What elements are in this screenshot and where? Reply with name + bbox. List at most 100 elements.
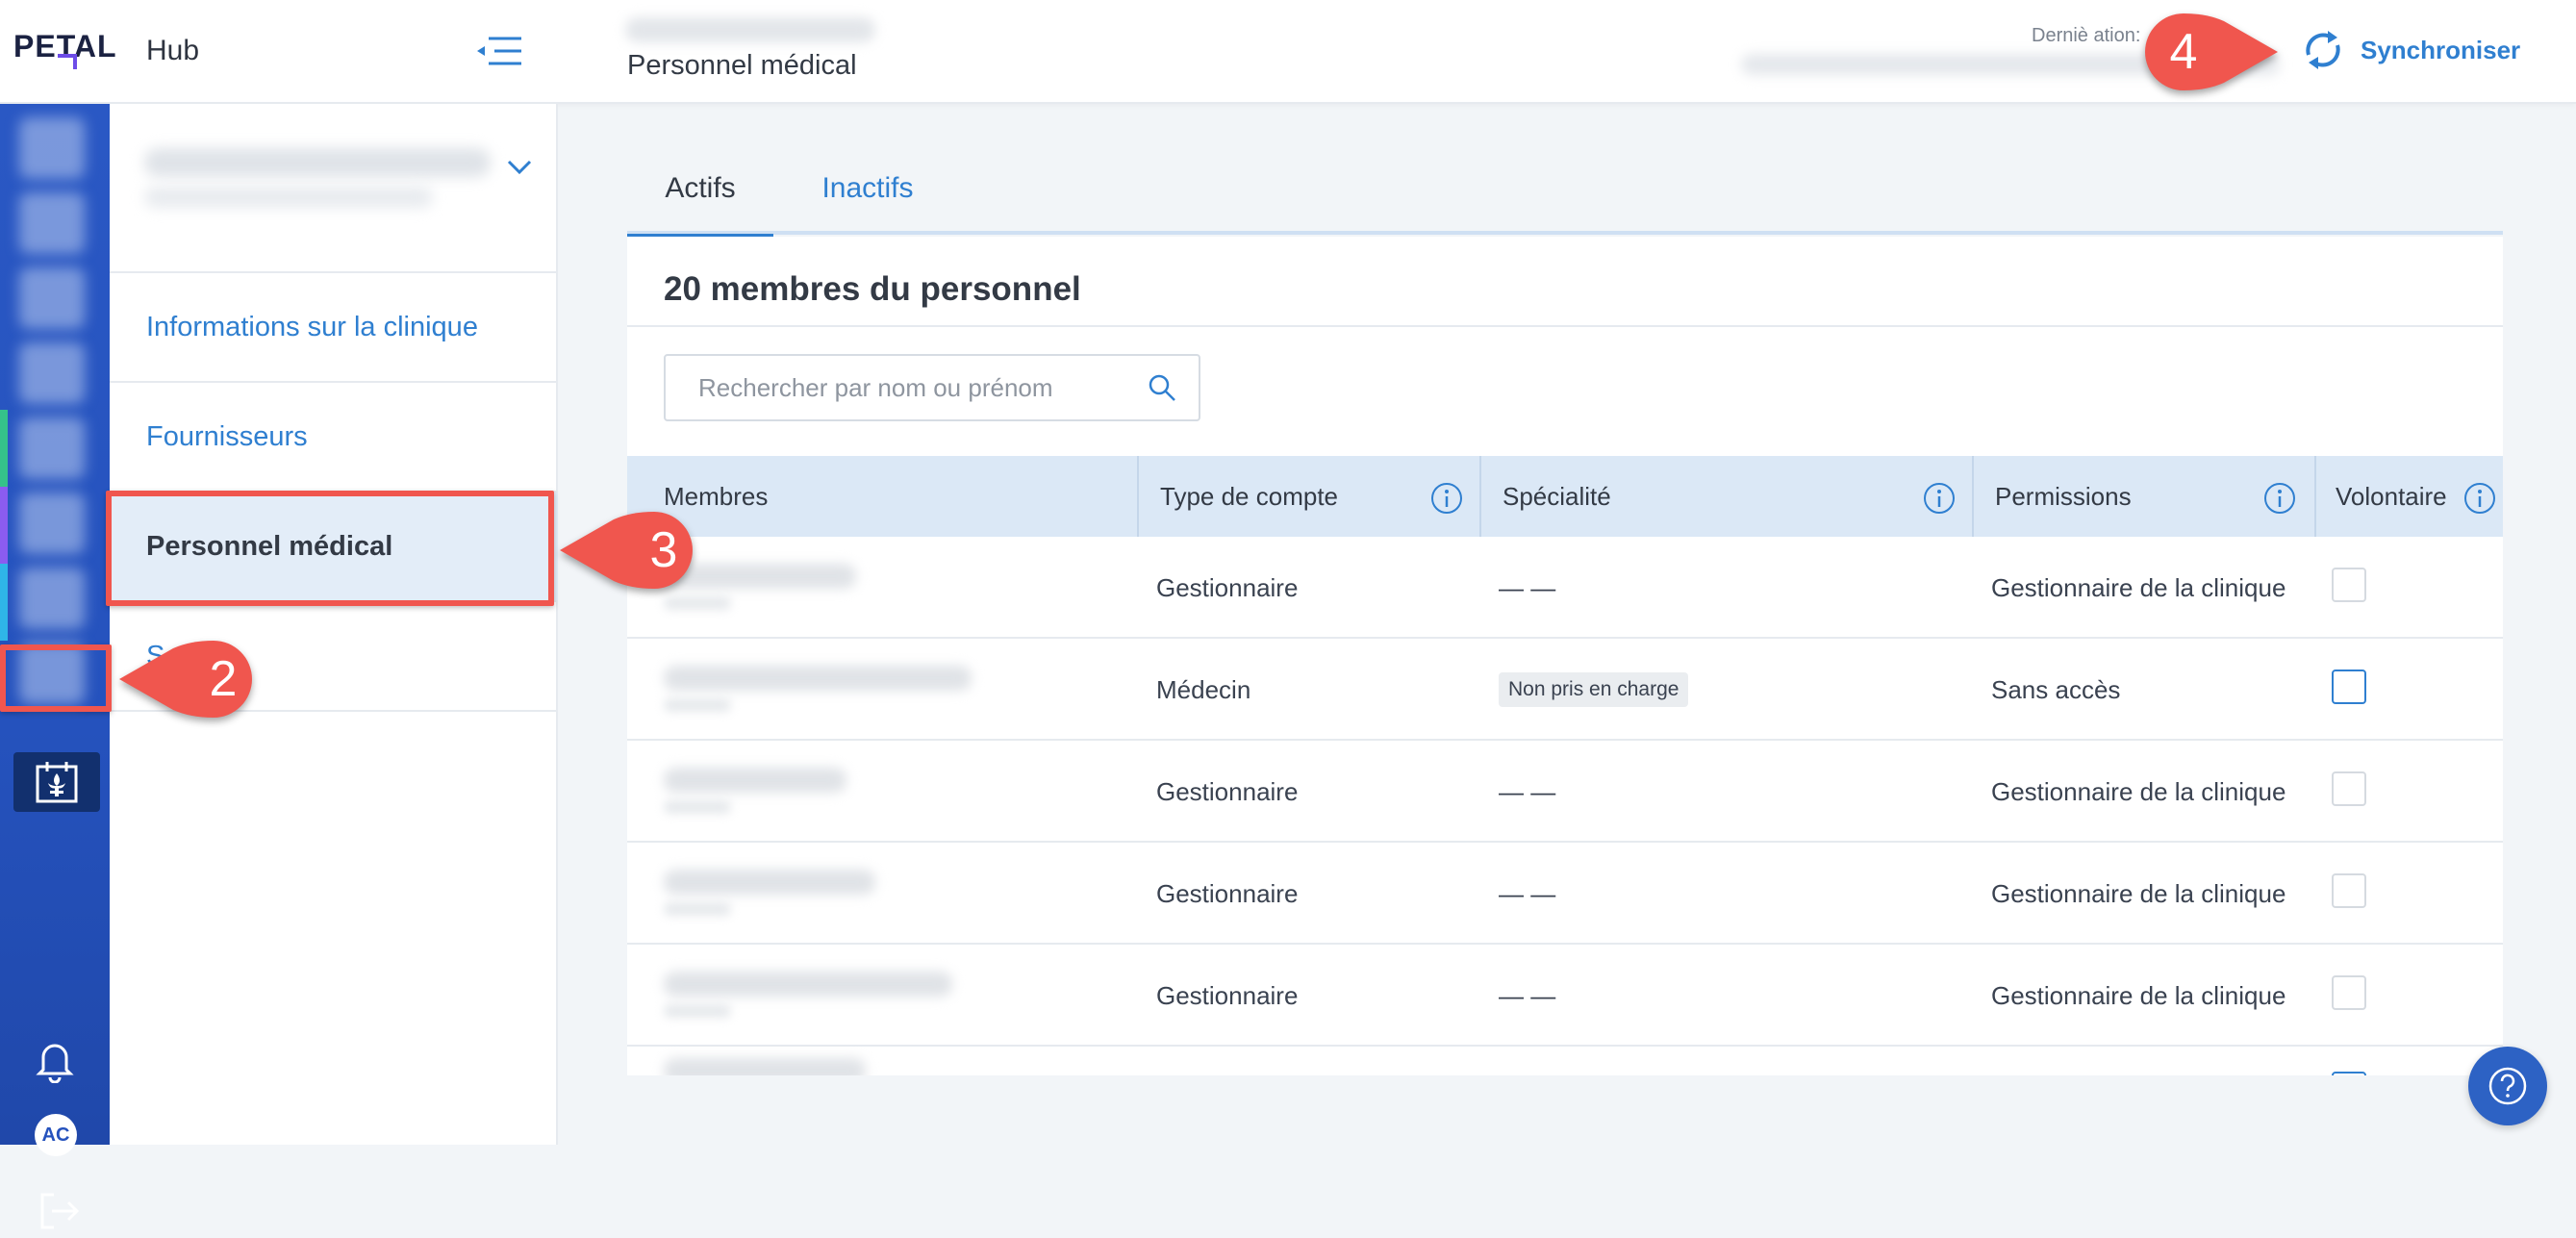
specialty-cell: — — — [1499, 572, 1556, 602]
callout-step-4: 4 — [2087, 12, 2280, 92]
app-rail: AC — [0, 104, 110, 1229]
member-name-redacted — [664, 666, 972, 691]
user-avatar[interactable]: AC — [35, 1114, 77, 1156]
logout-icon[interactable] — [37, 1189, 81, 1238]
hub-title: Hub — [146, 35, 200, 66]
callout-step-2: 2 — [117, 639, 271, 720]
rail-item-redacted[interactable] — [19, 568, 85, 629]
clinic-address-redacted — [144, 187, 433, 208]
subnav-item-clinic-info[interactable]: Informations sur la clinique — [110, 273, 558, 383]
specialty-cell: — — — [1499, 878, 1556, 908]
member-name-redacted — [664, 870, 875, 895]
member-name-redacted — [664, 972, 952, 997]
column-header-label: Membres — [664, 481, 769, 511]
callout-number: 2 — [209, 651, 238, 707]
specialty-cell: Non pris en charge — [1499, 639, 1689, 741]
volunteer-checkbox[interactable] — [2332, 771, 2366, 806]
staff-card: 20 membres du personnel Membres Type de … — [627, 237, 2503, 1075]
sync-label: Synchroniser — [2361, 35, 2521, 64]
main-content: Actifs Inactifs 20 membres du personnel … — [558, 104, 2576, 1145]
member-detail-redacted — [664, 596, 731, 610]
callout-number: 3 — [649, 522, 678, 578]
specialty-cell: — — — [1499, 776, 1556, 806]
search-input[interactable] — [666, 356, 1147, 419]
table-row[interactable]: Gestionnaire — — Gestionnaire de la clin… — [627, 537, 2503, 639]
collapse-menu-button[interactable] — [471, 29, 529, 73]
permissions-cell: Gestionnaire de la clinique — [1991, 980, 2286, 1010]
callout-step-3: 3 — [558, 510, 712, 591]
highlight-rail-item — [0, 644, 112, 712]
rail-item-redacted[interactable] — [19, 417, 85, 479]
table-row[interactable]: Gestionnaire — — Gestionnaire de la clin… — [627, 945, 2503, 1047]
help-button[interactable] — [2468, 1047, 2547, 1125]
member-detail-redacted — [664, 902, 731, 916]
member-detail-redacted — [664, 800, 731, 814]
member-detail-redacted — [664, 698, 731, 712]
volunteer-checkbox[interactable] — [2332, 670, 2366, 704]
rail-stripe-purple — [0, 487, 8, 564]
info-icon[interactable] — [2462, 481, 2497, 516]
member-detail-redacted — [664, 1004, 731, 1018]
permissions-cell: Gestionnaire de la clinique — [1991, 572, 2286, 602]
table-header: Membres Type de compte Spécialité Permis… — [627, 456, 2503, 537]
column-header-specialty[interactable]: Spécialité — [1481, 456, 1974, 537]
column-header-permissions[interactable]: Permissions — [1974, 456, 2316, 537]
tab-active[interactable]: Actifs — [627, 142, 773, 239]
search-box — [664, 354, 1200, 421]
question-mark-icon — [2488, 1067, 2527, 1105]
column-header-label: Permissions — [1995, 481, 2132, 511]
rail-item-redacted[interactable] — [19, 117, 85, 179]
account-type-cell: Gestionnaire — [1156, 776, 1299, 806]
account-type-cell: Gestionnaire — [1156, 878, 1299, 908]
menu-collapse-icon — [477, 37, 521, 65]
info-icon[interactable] — [2262, 481, 2297, 516]
column-header-label: Type de compte — [1160, 481, 1338, 511]
table-row[interactable]: Médecin Non pris en charge Sans accès — [627, 639, 2503, 741]
status-tabs: Actifs Inactifs — [627, 142, 2503, 239]
staff-count-title: 20 membres du personnel — [664, 270, 1081, 308]
permissions-cell: Sans accès — [1991, 674, 2121, 704]
sync-button[interactable]: Synchroniser — [2299, 19, 2539, 81]
info-icon[interactable] — [1922, 481, 1957, 516]
volunteer-checkbox[interactable] — [2332, 1072, 2366, 1075]
callout-number: 4 — [2169, 24, 2198, 80]
rail-item-redacted[interactable] — [19, 493, 85, 554]
column-header-label: Volontaire — [2336, 481, 2447, 511]
table-row[interactable]: Gestionnaire — — Gestionnaire de la clin… — [627, 741, 2503, 843]
table-row[interactable]: Gestionnaire — — Gestionnaire de la clin… — [627, 843, 2503, 945]
rail-item-redacted[interactable] — [19, 342, 85, 404]
rail-item-quebec-clinic[interactable] — [13, 752, 100, 812]
specialty-badge: Non pris en charge — [1499, 672, 1689, 707]
search-icon[interactable] — [1147, 372, 1177, 403]
column-header-account-type[interactable]: Type de compte — [1139, 456, 1481, 537]
clinic-subnav: Informations sur la clinique Fournisseur… — [110, 104, 558, 1145]
clinic-name-redacted — [144, 148, 491, 177]
volunteer-checkbox[interactable] — [2332, 975, 2366, 1010]
info-icon[interactable] — [1429, 481, 1464, 516]
chevron-down-icon — [507, 160, 532, 175]
highlight-medical-staff — [106, 491, 554, 606]
volunteer-checkbox[interactable] — [2332, 568, 2366, 602]
page-title: Personnel médical — [627, 50, 857, 81]
sync-icon — [2306, 31, 2340, 69]
column-header-label: Spécialité — [1503, 481, 1611, 511]
subnav-item-suppliers[interactable]: Fournisseurs — [110, 383, 558, 493]
rail-stripe-cyan — [0, 564, 8, 641]
clinic-selector[interactable] — [110, 104, 558, 273]
volunteer-checkbox[interactable] — [2332, 873, 2366, 908]
tab-inactive[interactable]: Inactifs — [773, 142, 962, 235]
specialty-cell: — — — [1499, 980, 1556, 1010]
notifications-bell-icon[interactable] — [33, 1037, 77, 1088]
rail-item-redacted[interactable] — [19, 192, 85, 254]
rail-item-redacted[interactable] — [19, 267, 85, 329]
account-type-cell: Gestionnaire — [1156, 572, 1299, 602]
breadcrumb-redacted — [625, 17, 875, 42]
rail-stripe-green — [0, 410, 8, 487]
fleur-de-lis-calendar-icon — [36, 762, 78, 803]
table-row[interactable] — [627, 1047, 2503, 1075]
column-header-volunteer[interactable]: Volontaire — [2316, 456, 2503, 537]
account-type-cell: Médecin — [1156, 674, 1251, 704]
divider — [627, 325, 2503, 327]
account-type-cell: Gestionnaire — [1156, 980, 1299, 1010]
member-name-redacted — [664, 768, 846, 793]
